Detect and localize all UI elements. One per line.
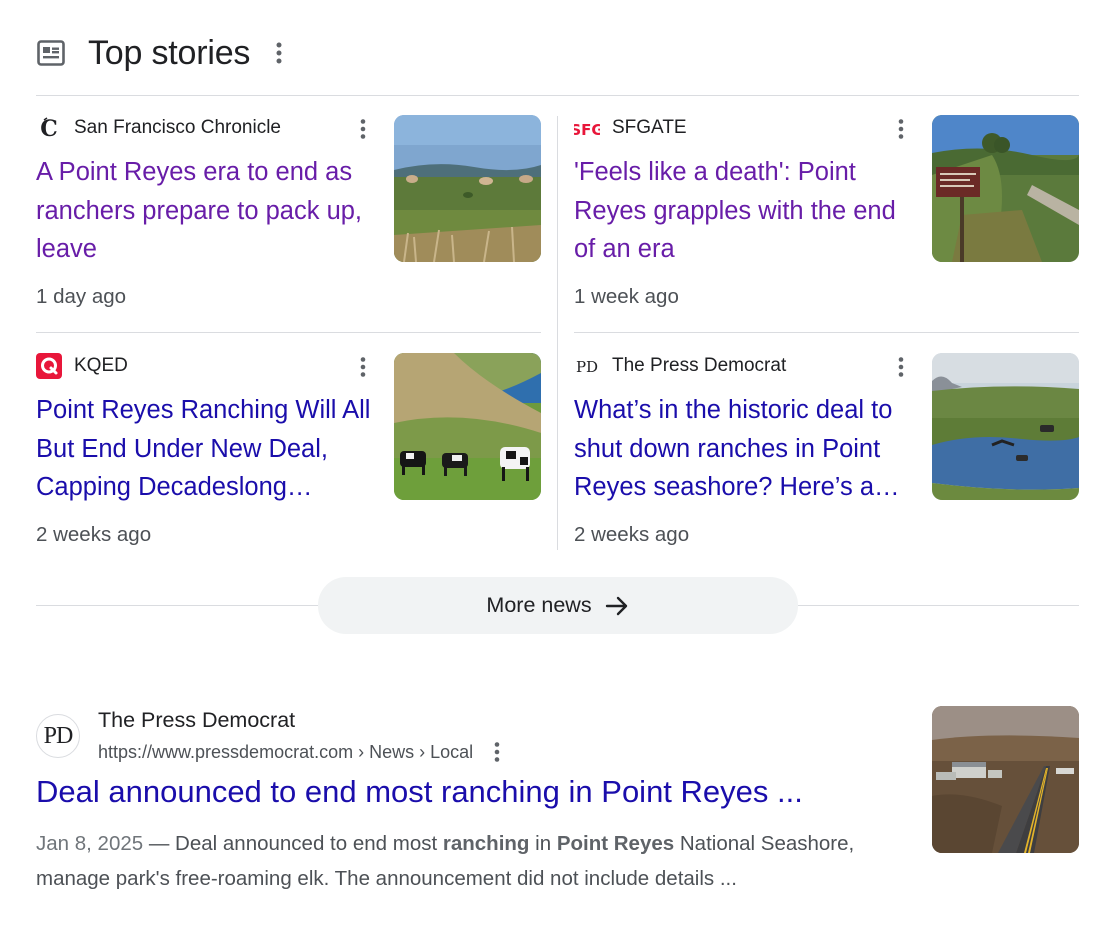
search-result: PD The Press Democrat https://www.pressd… <box>36 706 1079 896</box>
divider <box>36 332 541 333</box>
arrow-right-icon <box>604 593 630 619</box>
snippet-text: — Deal announced to end most <box>143 832 443 855</box>
svg-text:C: C <box>40 116 58 140</box>
top-stories-more-options-icon[interactable] <box>272 38 286 68</box>
story-source: C San Francisco Chronicle <box>36 115 281 141</box>
story-more-options-icon[interactable] <box>895 117 907 141</box>
result-url[interactable]: https://www.pressdemocrat.com › News › L… <box>98 742 473 763</box>
story-card: PD The Press Democrat What’s in the hist… <box>574 353 1079 571</box>
site-favicon[interactable]: PD <box>36 714 80 758</box>
divider <box>36 95 1079 96</box>
result-date: Jan 8, 2025 <box>36 832 144 855</box>
sfgate-logo-text: SFG <box>574 121 600 139</box>
newspaper-icon <box>36 38 66 68</box>
story-headline-link[interactable]: What’s in the historic deal to shut down… <box>574 391 910 507</box>
story-thumbnail[interactable] <box>932 115 1079 262</box>
press-democrat-logo-icon: PD <box>574 353 600 379</box>
story-source-name: SFGATE <box>612 117 687 138</box>
story-more-options-icon[interactable] <box>357 117 369 141</box>
story-source: SFG SFGATE <box>574 115 687 141</box>
result-site-name[interactable]: The Press Democrat <box>98 708 295 733</box>
favicon-text: PD <box>43 722 74 749</box>
story-headline-link[interactable]: A Point Reyes era to end as ranchers pre… <box>36 153 372 269</box>
result-thumbnail[interactable] <box>932 706 1079 853</box>
story-headline-link[interactable]: 'Feels like a death': Point Reyes grappl… <box>574 153 910 269</box>
story-card: SFG SFGATE 'Feels like a death': Point R… <box>574 115 1079 333</box>
story-time: 1 week ago <box>574 285 679 308</box>
result-title-link[interactable]: Deal announced to end most ranching in P… <box>36 774 803 810</box>
story-source: KQED <box>36 353 128 379</box>
top-stories-header: Top stories <box>36 30 286 76</box>
more-news-label: More news <box>486 593 592 617</box>
result-snippet: Jan 8, 2025 — Deal announced to end most… <box>36 826 916 896</box>
sfgate-logo-icon: SFG <box>574 115 600 141</box>
divider <box>36 605 318 606</box>
column-divider <box>557 116 558 550</box>
divider <box>798 605 1079 606</box>
story-source-name: KQED <box>74 355 128 376</box>
kqed-logo-icon <box>36 353 62 379</box>
story-more-options-icon[interactable] <box>895 355 907 379</box>
story-card: KQED Point Reyes Ranching Will All But E… <box>36 353 541 571</box>
top-stories-title: Top stories <box>88 33 251 72</box>
result-more-options-icon[interactable] <box>491 740 503 764</box>
divider <box>574 332 1079 333</box>
story-time: 2 weeks ago <box>36 523 152 546</box>
story-time: 2 weeks ago <box>574 523 690 546</box>
chronicle-logo-icon: C <box>36 115 62 141</box>
result-url-row: https://www.pressdemocrat.com › News › L… <box>98 740 503 764</box>
story-source-name: The Press Democrat <box>612 355 787 376</box>
more-news-button[interactable]: More news <box>318 577 798 634</box>
story-source-name: San Francisco Chronicle <box>74 117 281 138</box>
story-thumbnail[interactable] <box>394 353 541 500</box>
story-time: 1 day ago <box>36 285 127 308</box>
story-more-options-icon[interactable] <box>357 355 369 379</box>
press-democrat-logo-text: PD <box>576 358 598 376</box>
story-thumbnail[interactable] <box>932 353 1079 500</box>
snippet-highlight: Point Reyes <box>556 832 675 855</box>
story-headline-link[interactable]: Point Reyes Ranching Will All But End Un… <box>36 391 372 507</box>
story-card: C San Francisco Chronicle A Point Reyes … <box>36 115 541 333</box>
story-thumbnail[interactable] <box>394 115 541 262</box>
story-source: PD The Press Democrat <box>574 353 786 379</box>
snippet-text: in <box>529 832 557 855</box>
snippet-highlight: ranching <box>442 832 530 855</box>
